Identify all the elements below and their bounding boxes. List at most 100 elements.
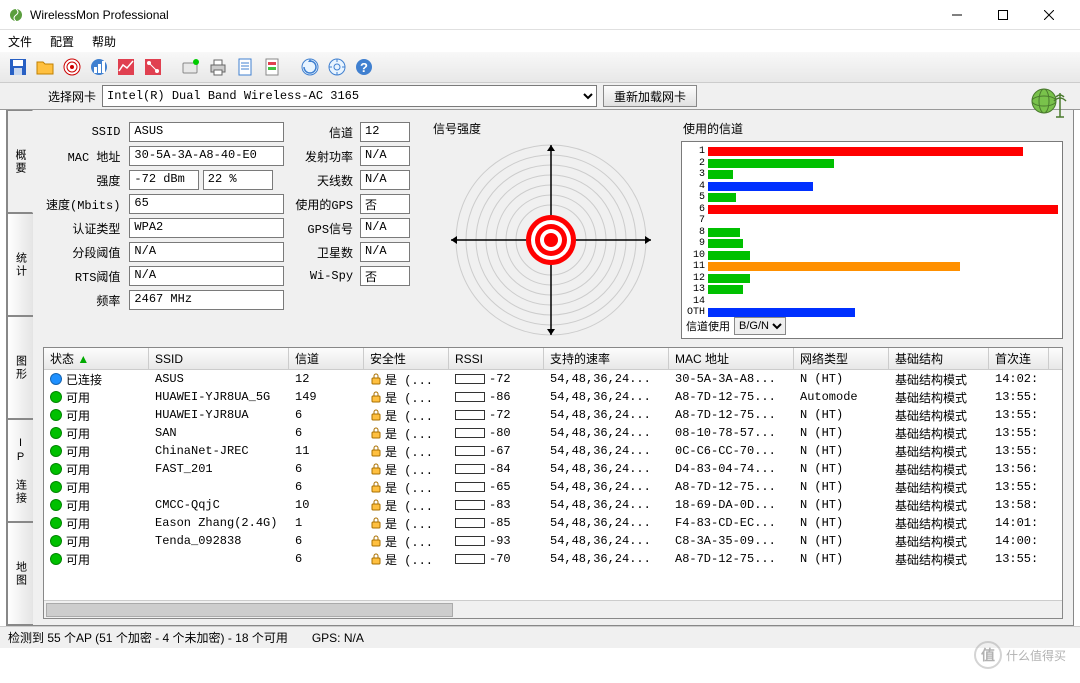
info-grid: SSIDASUS 信道12 MAC 地址30-5A-3A-A8-40-E0 发射…: [43, 120, 421, 339]
target-icon[interactable]: [60, 55, 84, 79]
table-row[interactable]: 可用6 是 (...-6554,48,36,24...A8-7D-12-75..…: [44, 478, 1062, 496]
tab-stats[interactable]: 统计: [7, 213, 33, 316]
table-row[interactable]: 可用HUAWEI-YJR8UA_5G149 是 (...-8654,48,36,…: [44, 388, 1062, 406]
strength-dbm: -72 dBm: [129, 170, 199, 190]
tab-summary[interactable]: 概要: [7, 110, 33, 213]
adapter-label: 选择网卡: [48, 88, 96, 105]
channel-select-label: 信道使用: [686, 318, 730, 334]
vertical-tabs: 概要 统计 图形 IP 连接 地图: [7, 110, 33, 625]
status-gps: GPS: N/A: [312, 631, 364, 645]
horizontal-scrollbar[interactable]: [44, 600, 1062, 618]
reload-adapter-button[interactable]: 重新加载网卡: [603, 85, 697, 107]
status-aps: 检测到 55 个AP (51 个加密 - 4 个未加密) - 18 个可用: [8, 629, 288, 646]
auth-value: WPA2: [129, 218, 284, 238]
statusbar: 检测到 55 个AP (51 个加密 - 4 个未加密) - 18 个可用 GP…: [0, 626, 1080, 648]
speed-value: 65: [129, 194, 284, 214]
graph-icon[interactable]: [114, 55, 138, 79]
frag-value: N/A: [129, 242, 284, 262]
table-row[interactable]: 可用Tenda_0928386 是 (...-9354,48,36,24...C…: [44, 532, 1062, 550]
menu-help[interactable]: 帮助: [92, 33, 116, 50]
col-type[interactable]: 网络类型: [794, 348, 889, 369]
help-icon[interactable]: ?: [352, 55, 376, 79]
gps-used-value: 否: [360, 194, 410, 214]
table-row[interactable]: 可用6 是 (...-7054,48,36,24...A8-7D-12-75..…: [44, 550, 1062, 568]
save-icon[interactable]: [6, 55, 30, 79]
txpower-value: N/A: [360, 146, 410, 166]
app-icon: [8, 7, 24, 23]
close-button[interactable]: [1026, 0, 1072, 30]
chart-icon[interactable]: [87, 55, 111, 79]
menubar: 文件 配置 帮助: [0, 30, 1080, 52]
table-row[interactable]: 可用Eason Zhang(2.4G)1 是 (...-8554,48,36,2…: [44, 514, 1062, 532]
col-status[interactable]: 状态 ▲: [44, 348, 149, 369]
folder-icon[interactable]: [33, 55, 57, 79]
channel-value: 12: [360, 122, 410, 142]
adapter-select[interactable]: Intel(R) Dual Band Wireless-AC 3165: [102, 85, 597, 107]
channel-mode-select[interactable]: B/G/N: [734, 317, 786, 335]
refresh-icon[interactable]: [298, 55, 322, 79]
channel-bar-row: 12: [686, 273, 1058, 285]
channel-bar-row: 14: [686, 296, 1058, 308]
mac-value: 30-5A-3A-A8-40-E0: [129, 146, 284, 166]
channel-bar-row: 2: [686, 158, 1058, 170]
table-row[interactable]: 可用SAN6 是 (...-8054,48,36,24...08-10-78-5…: [44, 424, 1062, 442]
channel-bar-row: 6: [686, 204, 1058, 216]
globe-antenna-icon: [1030, 83, 1070, 119]
col-security[interactable]: 安全性: [364, 348, 449, 369]
window-title: WirelessMon Professional: [30, 8, 934, 22]
sort-asc-icon: ▲: [77, 352, 89, 366]
channel-bar-row: 7: [686, 215, 1058, 227]
toolbar: ?: [0, 52, 1080, 82]
export-icon[interactable]: [260, 55, 284, 79]
channel-bar-row: 3: [686, 169, 1058, 181]
strength-pct: 22 %: [203, 170, 273, 190]
channel-bar-row: 8: [686, 227, 1058, 239]
print-icon[interactable]: [206, 55, 230, 79]
channel-bar-row: 5: [686, 192, 1058, 204]
titlebar: WirelessMon Professional: [0, 0, 1080, 30]
table-row[interactable]: 已连接ASUS12 是 (...-7254,48,36,24...30-5A-3…: [44, 370, 1062, 388]
table-row[interactable]: 可用HUAWEI-YJR8UA6 是 (...-7254,48,36,24...…: [44, 406, 1062, 424]
maximize-button[interactable]: [980, 0, 1026, 30]
tab-ipconn[interactable]: IP 连接: [7, 419, 33, 522]
settings-icon[interactable]: [325, 55, 349, 79]
channel-bar-row: 13: [686, 284, 1058, 296]
channel-bar-row: 9: [686, 238, 1058, 250]
col-mac[interactable]: MAC 地址: [669, 348, 794, 369]
record-icon[interactable]: [179, 55, 203, 79]
rts-value: N/A: [129, 266, 284, 286]
gps-signal-value: N/A: [360, 218, 410, 238]
channel-usage-label: 使用的信道: [681, 120, 1063, 137]
tab-map[interactable]: 地图: [7, 522, 33, 625]
signal-radar: [443, 141, 659, 339]
col-rates[interactable]: 支持的速率: [544, 348, 669, 369]
menu-file[interactable]: 文件: [8, 33, 32, 50]
log-icon[interactable]: [233, 55, 257, 79]
channel-bar-row: 1: [686, 146, 1058, 158]
freq-value: 2467 MHz: [129, 290, 284, 310]
wispy-value: 否: [360, 266, 410, 286]
networks-table: 状态 ▲ SSID 信道 安全性 RSSI 支持的速率 MAC 地址 网络类型 …: [43, 347, 1063, 619]
antennas-value: N/A: [360, 170, 410, 190]
watermark: 值什么值得买: [974, 641, 1066, 669]
channel-bar-row: 11: [686, 261, 1058, 273]
channel-chart: 1234567891011121314OTH 信道使用 B/G/N: [681, 141, 1063, 339]
minimize-button[interactable]: [934, 0, 980, 30]
satellites-value: N/A: [360, 242, 410, 262]
tab-graph[interactable]: 图形: [7, 316, 33, 419]
table-row[interactable]: 可用ChinaNet-JREC11 是 (...-6754,48,36,24..…: [44, 442, 1062, 460]
ssid-value: ASUS: [129, 122, 284, 142]
col-channel[interactable]: 信道: [289, 348, 364, 369]
col-first[interactable]: 首次连: [989, 348, 1049, 369]
channel-bar-row: 10: [686, 250, 1058, 262]
signal-strength-label: 信号强度: [431, 120, 671, 137]
col-rssi[interactable]: RSSI: [449, 348, 544, 369]
table-row[interactable]: 可用FAST_2016 是 (...-8454,48,36,24...D4-83…: [44, 460, 1062, 478]
menu-config[interactable]: 配置: [50, 33, 74, 50]
network-icon[interactable]: [141, 55, 165, 79]
table-row[interactable]: 可用CMCC-QqjC10 是 (...-8354,48,36,24...18-…: [44, 496, 1062, 514]
svg-text:?: ?: [360, 60, 368, 75]
channel-bar-row: 4: [686, 181, 1058, 193]
col-infra[interactable]: 基础结构: [889, 348, 989, 369]
col-ssid[interactable]: SSID: [149, 348, 289, 369]
